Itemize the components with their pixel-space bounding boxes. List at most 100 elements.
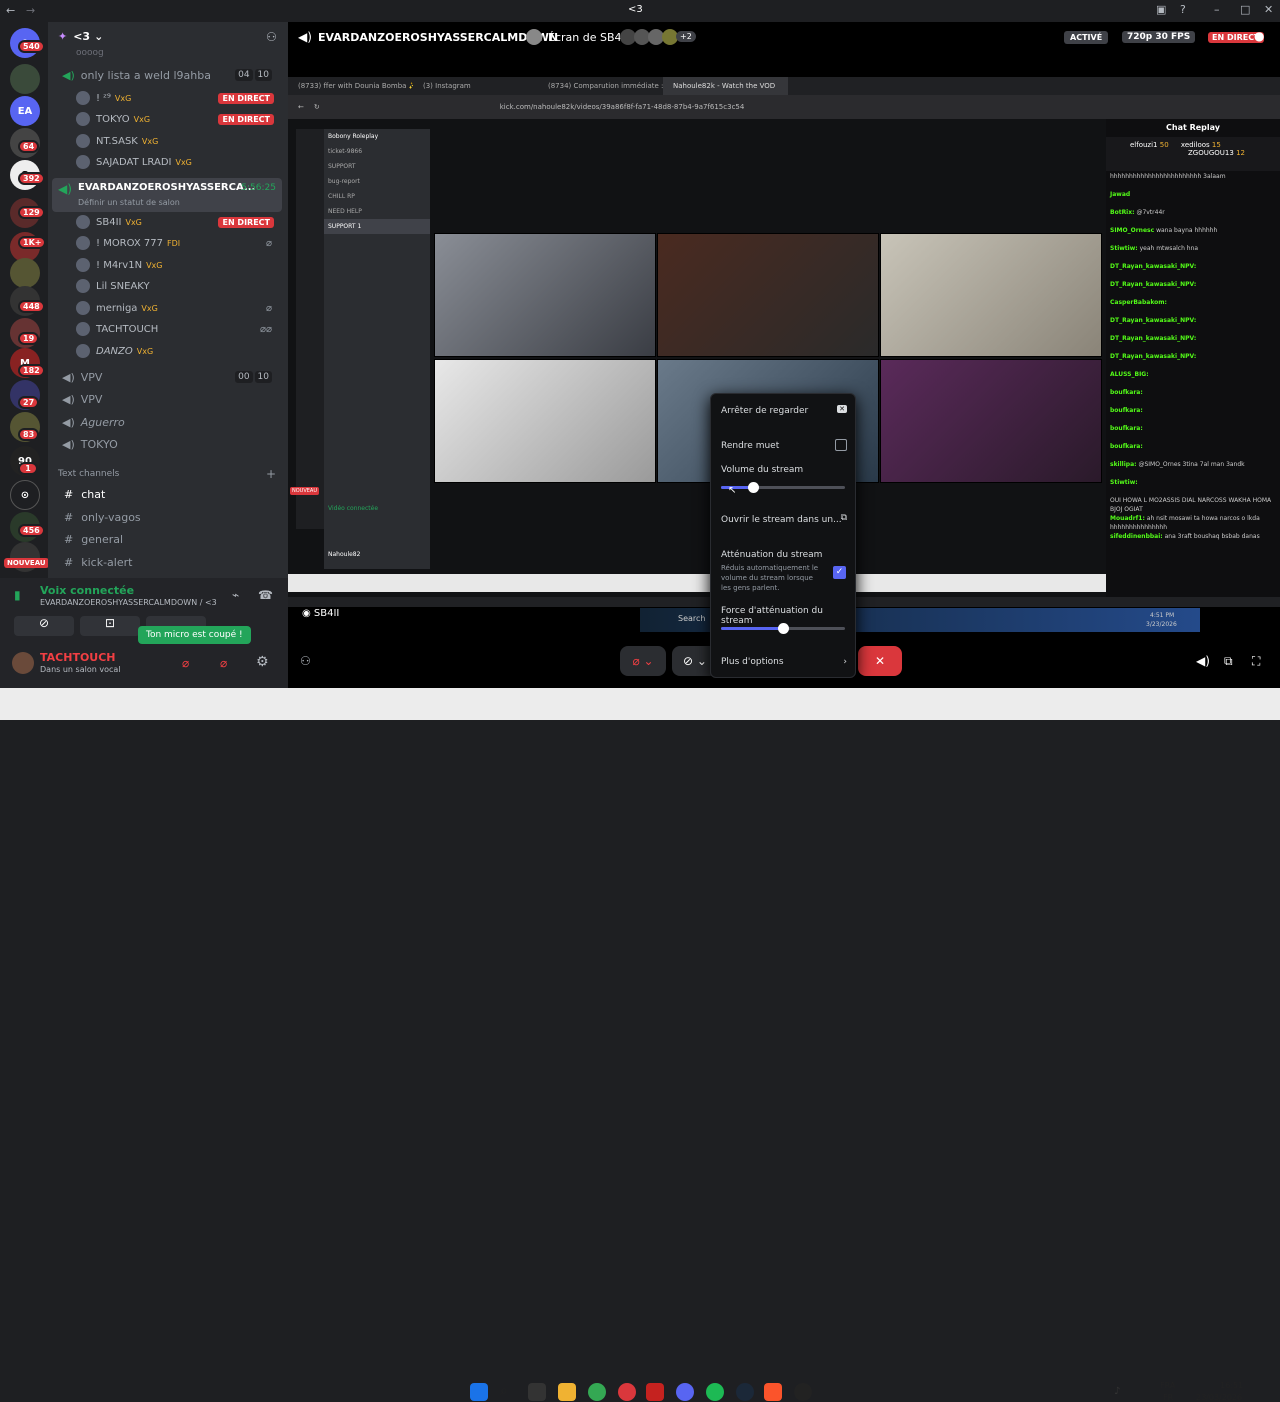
add-member-icon[interactable]: ⚇: [266, 30, 277, 44]
volume-icon[interactable]: ◀): [1196, 654, 1210, 668]
discord-icon[interactable]: [676, 1383, 694, 1401]
mic-icon[interactable]: ♪: [1114, 1386, 1120, 1397]
server-icon[interactable]: [10, 64, 40, 94]
voice-user[interactable]: NT.SASK VxG: [76, 131, 278, 151]
voice-user[interactable]: SAJADAT LRADI VxG: [76, 152, 278, 172]
back-icon[interactable]: ←: [6, 4, 15, 17]
deafened-icon: ⌀⌀: [259, 323, 272, 335]
mic-muted-icon[interactable]: ⌀: [182, 656, 189, 670]
task-view-icon[interactable]: [528, 1383, 546, 1401]
settings-icon[interactable]: ⚙: [256, 654, 269, 670]
steam-icon[interactable]: [736, 1383, 754, 1401]
avatar: [76, 112, 90, 126]
text-channel[interactable]: # only-vagos: [56, 507, 278, 527]
slider-handle: [748, 482, 760, 493]
server-name: <3: [73, 30, 91, 43]
active-voice-channel[interactable]: ◀) EVARDANZOEROSHYASSERCA... 5:56:25 Déf…: [52, 178, 282, 212]
chat-message: boufkara:: [1110, 425, 1143, 432]
category-header[interactable]: Text channels: [58, 469, 119, 479]
headphone-muted-icon[interactable]: ⌀: [220, 656, 227, 670]
text-channel[interactable]: # kick-alert: [56, 552, 278, 572]
explorer-icon[interactable]: [558, 1383, 576, 1401]
voice-user[interactable]: ! MOROX 777 FDI ⌀: [76, 233, 278, 253]
server-icon[interactable]: EA: [10, 96, 40, 126]
voice-user[interactable]: TOKYO VxG EN DIRECT: [76, 109, 278, 129]
attenuation-description: Réduis automatiquement le volume du stre…: [721, 564, 819, 592]
voice-user[interactable]: SB4II VxG EN DIRECT: [76, 212, 278, 232]
fullscreen-icon[interactable]: ⛶: [1252, 654, 1260, 669]
muted-tooltip: Ton micro est coupé !: [138, 626, 251, 644]
spotify-icon[interactable]: [706, 1383, 724, 1401]
language-secondary[interactable]: FR: [1163, 1393, 1173, 1402]
open-stream-item[interactable]: Ouvrir le stream dans un... ⧉: [721, 513, 847, 525]
minimize-icon[interactable]: –: [1214, 3, 1220, 16]
avatar[interactable]: [12, 652, 34, 674]
text-channel[interactable]: # chat: [56, 484, 278, 504]
help-icon[interactable]: ?: [1180, 3, 1186, 16]
voice-channel[interactable]: ◀) Aguerro: [56, 412, 278, 432]
chat-message: boufkara:: [1110, 389, 1143, 396]
hash-icon: #: [64, 532, 74, 546]
voice-user[interactable]: Lil SNEAKY: [76, 276, 278, 296]
voice-user[interactable]: ! ᶻ⁹ VxG EN DIRECT: [76, 88, 278, 108]
obs-icon[interactable]: [794, 1383, 812, 1401]
screen-owner[interactable]: Écran de SB4II: [548, 31, 628, 44]
clock-time[interactable]: 16:51: [1220, 1381, 1243, 1390]
server-icon[interactable]: ⊙: [10, 480, 40, 510]
attenuation-checkbox[interactable]: ✓: [833, 566, 846, 579]
clock-date[interactable]: 23/03/2026: [1196, 1393, 1242, 1402]
voice-channel[interactable]: ◀) VPV: [56, 389, 278, 409]
voice-channel-path[interactable]: EVARDANZOEROSHYASSERCALMDOWN / <3: [40, 598, 217, 607]
camera-button[interactable]: ⊘: [14, 616, 74, 636]
screenshare-button[interactable]: ⊡: [80, 616, 140, 636]
app-icon[interactable]: [618, 1383, 636, 1401]
maximize-icon[interactable]: □: [1240, 3, 1250, 16]
attenuation-slider[interactable]: [721, 623, 845, 634]
channel-status[interactable]: Définir un statut de salon: [78, 198, 180, 207]
mic-toggle-button[interactable]: ⌀ ⌄: [620, 646, 666, 676]
chat-message: DT_Rayan_kawasaki_NPV:: [1110, 281, 1197, 288]
popout-icon[interactable]: ⧉: [1224, 654, 1233, 669]
disconnect-icon[interactable]: ☎: [258, 588, 273, 602]
mute-item[interactable]: Rendre muet: [721, 439, 847, 451]
browser-tab: (8733) ffer with Dounia Bomba ✨: [298, 82, 413, 90]
viewer-count: +2: [676, 31, 696, 42]
viewer-avatars[interactable]: [620, 29, 682, 46]
speaker-icon: ◀): [62, 370, 75, 384]
mute-checkbox[interactable]: [835, 439, 847, 451]
adobe-icon[interactable]: [646, 1383, 664, 1401]
inbox-icon[interactable]: ▣: [1156, 3, 1166, 16]
server-header[interactable]: ✦ <3 ⌄: [58, 30, 103, 43]
chat-bubble-icon[interactable]: ●: [1254, 29, 1264, 43]
add-person-icon[interactable]: ⚇: [300, 654, 311, 668]
voice-channel[interactable]: ◀) only lista a weld l9ahba 04 10: [56, 65, 278, 85]
forward-icon[interactable]: →: [26, 4, 35, 17]
noise-suppression-icon[interactable]: ⌁: [232, 588, 239, 602]
voice-user[interactable]: ! M4rv1N VxG: [76, 255, 278, 275]
attenuation-item[interactable]: Atténuation du stream: [721, 550, 847, 560]
text-channel[interactable]: # general: [56, 529, 278, 549]
more-options-item[interactable]: Plus d'options ›: [721, 657, 847, 667]
server-icon[interactable]: [10, 258, 40, 288]
brave-icon[interactable]: [764, 1383, 782, 1401]
chat-message: sifeddinenbbai: ana 3raft boushaq bsbab …: [1110, 533, 1260, 540]
voice-user[interactable]: TACHTOUCH ⌀⌀: [76, 319, 278, 339]
stop-watching-item[interactable]: Arrêter de regarder ✕: [721, 405, 847, 416]
close-icon[interactable]: ✕: [1264, 3, 1273, 16]
leave-call-button[interactable]: ✕: [858, 646, 902, 676]
add-channel-icon[interactable]: +: [266, 467, 276, 481]
voice-status: Voix connectée: [40, 584, 135, 597]
server-badge: 83: [18, 428, 40, 441]
start-icon[interactable]: [470, 1383, 488, 1401]
voice-channel[interactable]: ◀) TOKYO: [56, 434, 278, 454]
server-badge: 448: [18, 300, 45, 313]
search-icon[interactable]: ⌕: [500, 1383, 518, 1401]
avatar: [76, 91, 90, 105]
voice-user[interactable]: DANZO VxG: [76, 341, 278, 361]
signal-icon[interactable]: ▮: [14, 588, 21, 602]
language-primary[interactable]: FRA: [1160, 1381, 1175, 1390]
chrome-icon[interactable]: [588, 1383, 606, 1401]
voice-user[interactable]: merniga VxG ⌀: [76, 298, 278, 318]
volume-slider[interactable]: [721, 482, 845, 493]
voice-channel[interactable]: ◀) VPV 00 10: [56, 367, 278, 387]
